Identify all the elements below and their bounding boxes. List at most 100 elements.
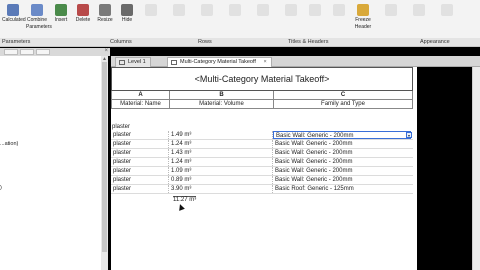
ribbon-tool-icon — [257, 4, 269, 16]
ribbon-button[interactable] — [436, 0, 458, 34]
cell-type[interactable]: Basic Wall: Generic - 200mm — [273, 140, 411, 148]
ribbon-button[interactable] — [380, 0, 402, 34]
ribbon-tool-icon — [201, 4, 213, 16]
table-row[interactable]: plaster 1.24 m³ Basic Wall: Generic - 200m… — [111, 140, 413, 149]
property-label: ...ation) — [0, 141, 19, 147]
ribbon-button[interactable] — [280, 0, 302, 34]
group-header[interactable]: plaster — [112, 124, 130, 130]
ribbon-button[interactable] — [252, 0, 274, 34]
header-row: Material: Name Material: Volume Family a… — [111, 100, 413, 109]
ribbon-button[interactable] — [328, 0, 350, 34]
dropdown-arrow-icon[interactable]: ▾ — [406, 132, 412, 138]
ribbon-tool-icon — [145, 4, 157, 16]
tab-level-1[interactable]: Level 1 — [115, 57, 151, 67]
ribbon-tool-icon — [77, 4, 89, 16]
ribbon-button-label: Insert — [54, 17, 68, 23]
panel-label-titles-headers: Titles & Headers — [288, 39, 329, 45]
ribbon-tool-icon — [413, 4, 425, 16]
properties-filter-chip[interactable] — [20, 49, 34, 55]
cell-type[interactable]: Basic Wall: Generic - 200mm — [273, 167, 411, 175]
tab-label: Multi-Category Material Takeoff — [180, 59, 256, 65]
ribbon-button[interactable] — [140, 0, 162, 34]
column-letter[interactable]: C — [274, 91, 412, 99]
header-family-type[interactable]: Family and Type — [274, 100, 412, 108]
ribbon-button-label: Calculated — [2, 17, 26, 23]
ribbon-button[interactable]: Resize — [94, 0, 116, 34]
ribbon-button-label: Parameters — [26, 24, 52, 30]
close-icon[interactable]: × — [104, 48, 108, 54]
ribbon-panel-labels: Parameters Columns Rows Titles & Headers… — [0, 38, 480, 47]
table-row[interactable]: plaster 1.43 m³ Basic Wall: Generic - 200m… — [111, 149, 413, 158]
tab-material-takeoff[interactable]: Multi-Category Material Takeoff × — [167, 57, 272, 67]
property-label: ) — [0, 185, 2, 191]
ribbon-button[interactable] — [224, 0, 246, 34]
ribbon-button[interactable]: Hide — [116, 0, 138, 34]
ribbon-button[interactable]: Calculated — [2, 0, 26, 34]
cell-name[interactable]: plaster — [111, 158, 169, 166]
ribbon-button-label: Hide — [121, 17, 133, 23]
column-letter[interactable]: B — [170, 91, 274, 99]
table-row[interactable]: plaster 1.09 m³ Basic Wall: Generic - 200m… — [111, 167, 413, 176]
cell-name[interactable]: plaster — [111, 149, 169, 157]
properties-filter-chip[interactable] — [4, 49, 18, 55]
schedule-scrollbar[interactable] — [472, 67, 480, 270]
cell-type[interactable]: Basic Wall: Generic - 200mm — [273, 176, 411, 184]
ribbon-tool-icon — [333, 4, 345, 16]
cell-name[interactable]: plaster — [111, 185, 169, 193]
ribbon-tool-icon — [173, 4, 185, 16]
cell-name[interactable]: plaster — [111, 131, 169, 139]
ribbon-tool-icon — [441, 4, 453, 16]
table-row[interactable]: plaster 1.24 m³ Basic Wall: Generic - 200m… — [111, 158, 413, 167]
properties-filter-chip[interactable] — [36, 49, 50, 55]
column-letter[interactable]: A — [112, 91, 170, 99]
header-material-volume[interactable]: Material: Volume — [170, 100, 274, 108]
header-material-name[interactable]: Material: Name — [112, 100, 170, 108]
ribbon-tool-icon — [357, 4, 369, 16]
ribbon-button[interactable]: Insert — [50, 0, 72, 34]
ribbon-tool-icon — [309, 4, 321, 16]
view-tabs: Level 1 Multi-Category Material Takeoff … — [111, 56, 480, 67]
ribbon-tool-icon — [285, 4, 297, 16]
cell-type[interactable]: Basic Roof: Generic - 125mm — [273, 185, 411, 193]
ribbon-button[interactable]: Combine Parameters — [26, 0, 52, 34]
table-row[interactable]: plaster 0.89 m³ Basic Wall: Generic - 200m… — [111, 176, 413, 185]
properties-panel: ...ation) ) — [0, 56, 108, 270]
cell-name[interactable]: plaster — [111, 140, 169, 148]
ribbon-button[interactable] — [196, 0, 218, 34]
schedule-view: <Multi-Category Material Takeoff> A B C … — [111, 67, 417, 270]
table-row[interactable]: plaster 3.90 m³ Basic Roof: Generic - 125m… — [111, 185, 413, 194]
cell-volume[interactable]: 1.49 m³ — [169, 131, 273, 139]
cell-type[interactable]: Basic Wall: Generic - 200mm — [273, 158, 411, 166]
cell-name[interactable]: plaster — [111, 167, 169, 175]
ribbon-button[interactable] — [304, 0, 326, 34]
table-row[interactable]: plaster 1.49 m³ Basic Wall: Generic - 200m… — [111, 131, 413, 140]
ribbon-tool-icon — [7, 4, 19, 16]
cell-volume[interactable]: 1.24 m³ — [169, 158, 273, 166]
ribbon-button[interactable] — [168, 0, 190, 34]
cell-volume[interactable]: 1.24 m³ — [169, 140, 273, 148]
properties-scrollbar[interactable]: ▲ — [101, 56, 108, 270]
ribbon-tool-icon — [31, 4, 43, 16]
ribbon-button-label: Header — [354, 24, 372, 30]
ribbon-tool-icon — [55, 4, 67, 16]
column-letters-row: A B C — [111, 91, 413, 100]
close-tab-icon[interactable]: × — [263, 59, 266, 65]
ribbon-button-label: Freeze — [355, 17, 371, 23]
cell-volume[interactable]: 0.89 m³ — [169, 176, 273, 184]
volume-total: 11.27 m³ — [173, 196, 197, 203]
panel-label-rows: Rows — [198, 39, 212, 45]
cell-volume[interactable]: 3.90 m³ — [169, 185, 273, 193]
ribbon-tool-icon — [229, 4, 241, 16]
cell-type[interactable]: Basic Wall: Generic - 200mm — [273, 149, 411, 157]
ribbon-button[interactable]: Freeze Header — [352, 0, 374, 34]
properties-toolbar: × — [0, 48, 110, 56]
scrollbar-thumb[interactable] — [102, 62, 107, 252]
ribbon-button[interactable] — [408, 0, 430, 34]
schedule-title[interactable]: <Multi-Category Material Takeoff> — [111, 67, 413, 91]
ribbon-button[interactable]: Delete — [72, 0, 94, 34]
cell-type[interactable]: Basic Wall: Generic - 200mm — [273, 131, 411, 139]
cell-name[interactable]: plaster — [111, 176, 169, 184]
cell-volume[interactable]: 1.43 m³ — [169, 149, 273, 157]
cell-volume[interactable]: 1.09 m³ — [169, 167, 273, 175]
ribbon-tool-icon — [385, 4, 397, 16]
